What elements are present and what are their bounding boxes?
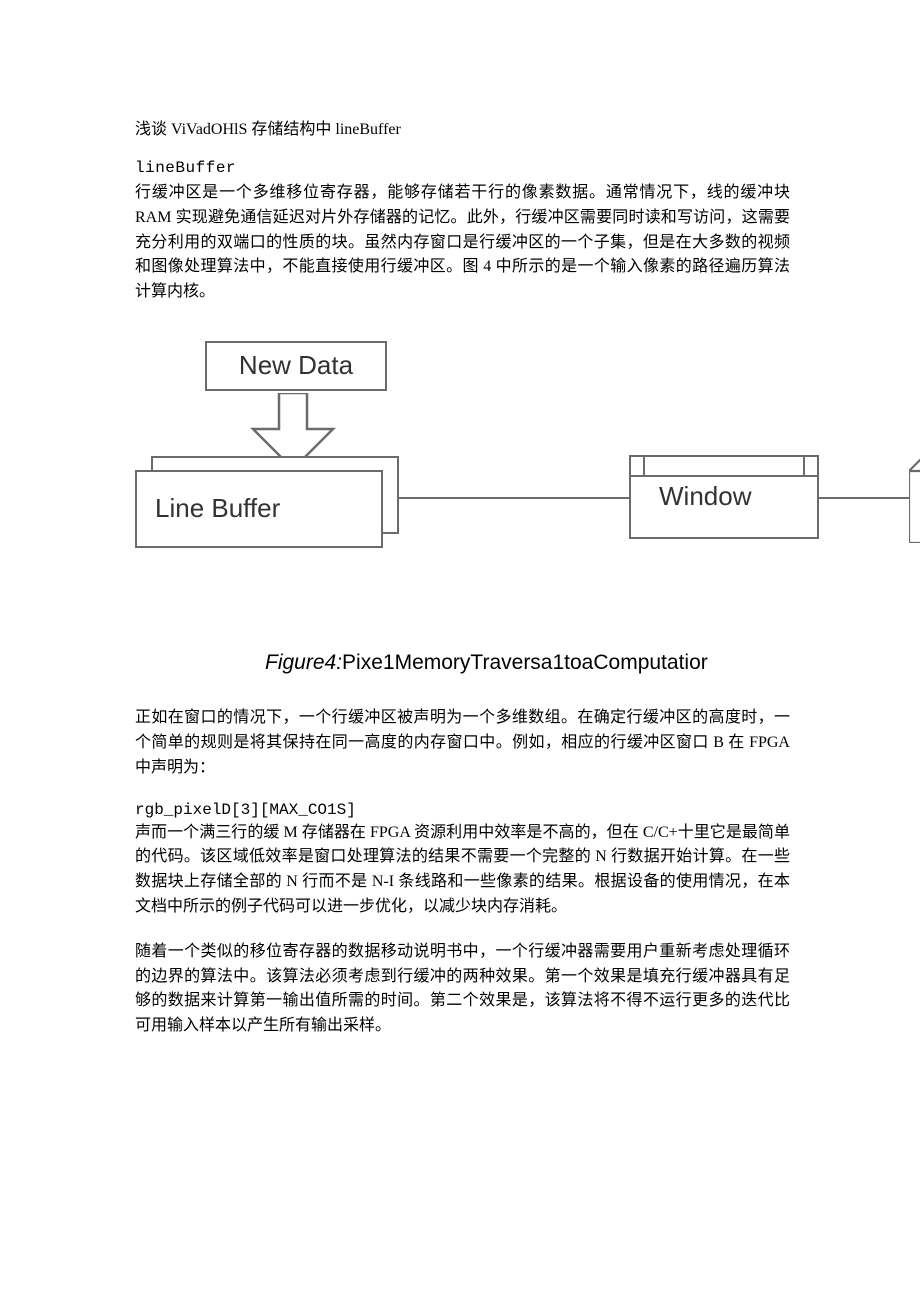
window-box: Window: [629, 455, 819, 539]
paragraph-3: 声而一个满三行的缓 M 存储器在 FPGA 资源利用中效率是不高的，但在 C/C…: [135, 821, 790, 920]
connector-line-1: [399, 497, 631, 499]
paragraph-4: 随着一个类似的移位寄存器的数据移动说明书中，一个行缓冲器需要用户重新考虑处理循环…: [135, 940, 790, 1039]
paragraph-2: 正如在窗口的情况下，一个行缓冲区被声明为一个多维数组。在确定行缓冲区的高度时，一…: [135, 706, 790, 780]
section-heading: lineBuffer: [135, 159, 790, 177]
new-data-box: New Data: [205, 341, 387, 391]
kernel-cube-icon: [909, 459, 920, 548]
connector-line-2: [819, 497, 909, 499]
paragraph-1: 行缓冲区是一个多维移位寄存器，能够存储若干行的像素数据。通常情况下，线的缓冲块 …: [135, 181, 790, 305]
code-declaration: rgb_pixelD[3][MAX_CO1S]: [135, 801, 790, 819]
figure-label: Figure4:: [265, 651, 342, 674]
figure-caption: Figure4:Pixe1MemoryTraversa1toaComputati…: [265, 650, 785, 676]
document-page: 浅谈 ViVadOHlS 存储结构中 lineBuffer lineBuffer…: [0, 0, 920, 1039]
line-buffer-front: Line Buffer: [135, 470, 383, 548]
figure-diagram: New Data Line Buffer Window: [135, 345, 790, 605]
figure-caption-text: Pixe1MemoryTraversa1toaComputatior: [342, 651, 708, 674]
page-header-line: 浅谈 ViVadOHlS 存储结构中 lineBuffer: [135, 115, 790, 139]
